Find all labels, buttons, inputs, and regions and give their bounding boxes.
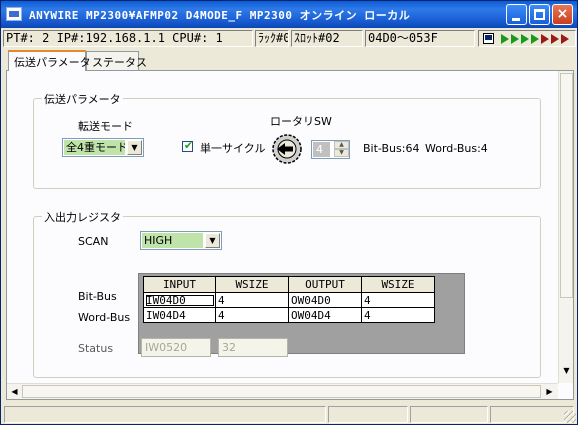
main-window: ANYWIRE MP2300¥AFMP02 D4MODE_F MP2300 オン… bbox=[0, 0, 578, 425]
status-pane bbox=[4, 406, 326, 423]
status-led-icon bbox=[511, 34, 519, 44]
status-register-field: IW0520 bbox=[141, 338, 211, 357]
transfer-mode-label: 転送モード bbox=[78, 120, 133, 133]
rotary-switch-label: ロータリSW bbox=[270, 115, 332, 128]
group-title: 入出力レジスタ bbox=[42, 209, 123, 225]
word-bus-info: Word-Bus:4 bbox=[425, 142, 488, 155]
rack-info: ﾗｯｸ#01 bbox=[255, 30, 289, 47]
scroll-down-icon[interactable]: ▼ bbox=[560, 364, 573, 377]
table-cell[interactable]: 4 bbox=[215, 307, 289, 323]
slot-info: ｽﾛｯﾄ#02 bbox=[291, 30, 363, 47]
status-bar bbox=[2, 404, 577, 424]
table-cell[interactable]: IW04D0 bbox=[143, 292, 216, 308]
table-cell[interactable]: 4 bbox=[361, 307, 435, 323]
scan-value: HIGH bbox=[142, 233, 203, 248]
minimize-button[interactable] bbox=[506, 4, 527, 25]
row-label-word-bus: Word-Bus bbox=[78, 311, 131, 324]
maximize-button[interactable] bbox=[529, 4, 550, 25]
single-cycle-checkbox[interactable]: ✔ bbox=[182, 139, 194, 152]
chevron-down-icon[interactable]: ▼ bbox=[127, 140, 142, 155]
status-pane bbox=[328, 406, 408, 423]
io-register-table: INPUT WSIZE OUTPUT WSIZE IW04D0 4 OW04D0… bbox=[143, 276, 435, 323]
computer-icon bbox=[483, 33, 494, 44]
connection-info: PT#: 2 IP#:192.168.1.1 CPU#: 1 bbox=[3, 30, 253, 47]
status-indicators bbox=[478, 30, 576, 47]
vertical-scrollbar[interactable]: ▼ bbox=[558, 71, 573, 383]
bit-bus-info: Bit-Bus:64 bbox=[363, 142, 420, 155]
title-bar[interactable]: ANYWIRE MP2300¥AFMP02 D4MODE_F MP2300 オン… bbox=[1, 1, 577, 28]
scroll-thumb[interactable] bbox=[22, 385, 541, 398]
table-header-row: INPUT WSIZE OUTPUT WSIZE bbox=[143, 276, 435, 293]
window-title: ANYWIRE MP2300¥AFMP02 D4MODE_F MP2300 オン… bbox=[29, 9, 411, 22]
status-pane bbox=[410, 406, 488, 423]
status-led-icon bbox=[531, 34, 539, 44]
tab-transfer-params[interactable]: 伝送パラメータ bbox=[8, 50, 91, 71]
rotary-switch-spinner[interactable]: 4 ▲ ▼ bbox=[311, 140, 350, 159]
scroll-thumb[interactable] bbox=[560, 73, 573, 298]
row-label-bit-bus: Bit-Bus bbox=[78, 290, 117, 303]
register-range: 04D0～053F bbox=[365, 30, 475, 47]
tab-status[interactable]: ステータス bbox=[86, 51, 147, 70]
table-cell[interactable]: OW04D4 bbox=[288, 307, 362, 323]
column-header-input: INPUT bbox=[143, 276, 216, 293]
status-size-field: 32 bbox=[218, 338, 288, 357]
status-led-icon bbox=[501, 34, 509, 44]
transfer-mode-value: 全4重モード bbox=[64, 140, 125, 155]
status-pane bbox=[490, 406, 574, 423]
group-title: 伝送パラメータ bbox=[42, 91, 123, 107]
app-icon bbox=[6, 7, 22, 21]
status-led-icon bbox=[551, 34, 559, 44]
tab-panel: 伝送パラメータ 転送モード 全4重モード ▼ ✔ 単一サイクル ロータリSW 4… bbox=[6, 70, 574, 400]
minimize-icon bbox=[512, 18, 520, 21]
table-row: IW04D4 4 OW04D4 4 bbox=[143, 307, 435, 323]
status-led-icon bbox=[541, 34, 549, 44]
scroll-right-icon[interactable]: ▶ bbox=[543, 385, 556, 398]
column-header-wsize: WSIZE bbox=[361, 276, 435, 293]
rotary-switch-icon bbox=[272, 134, 302, 164]
spin-up-icon[interactable]: ▲ bbox=[334, 141, 349, 149]
checkmark-icon: ✔ bbox=[183, 139, 194, 152]
info-bar: PT#: 2 IP#:192.168.1.1 CPU#: 1 ﾗｯｸ#01 ｽﾛ… bbox=[2, 29, 577, 48]
column-header-output: OUTPUT bbox=[288, 276, 362, 293]
chevron-down-icon[interactable]: ▼ bbox=[205, 233, 220, 248]
table-cell[interactable]: OW04D0 bbox=[288, 292, 362, 308]
transfer-mode-dropdown[interactable]: 全4重モード ▼ bbox=[62, 138, 144, 157]
table-cell[interactable]: 4 bbox=[215, 292, 289, 308]
status-label: Status bbox=[78, 342, 114, 355]
table-cell[interactable]: IW04D4 bbox=[143, 307, 216, 323]
close-icon: × bbox=[556, 6, 569, 22]
horizontal-scrollbar[interactable]: ◀ ▶ bbox=[7, 383, 558, 399]
rotary-switch-value: 4 bbox=[313, 142, 330, 157]
table-cell[interactable]: 4 bbox=[361, 292, 435, 308]
maximize-icon bbox=[534, 9, 545, 20]
status-led-icon bbox=[521, 34, 529, 44]
single-cycle-label: 単一サイクル bbox=[200, 142, 266, 155]
scan-label: SCAN bbox=[78, 235, 109, 248]
scan-dropdown[interactable]: HIGH ▼ bbox=[140, 231, 222, 250]
column-header-wsize: WSIZE bbox=[215, 276, 289, 293]
close-button[interactable]: × bbox=[552, 4, 573, 25]
scroll-left-icon[interactable]: ◀ bbox=[8, 385, 21, 398]
table-row: IW04D0 4 OW04D0 4 bbox=[143, 292, 435, 308]
spin-down-icon[interactable]: ▼ bbox=[334, 149, 349, 157]
resize-grip-icon[interactable] bbox=[564, 411, 576, 423]
status-led-icon bbox=[561, 34, 569, 44]
